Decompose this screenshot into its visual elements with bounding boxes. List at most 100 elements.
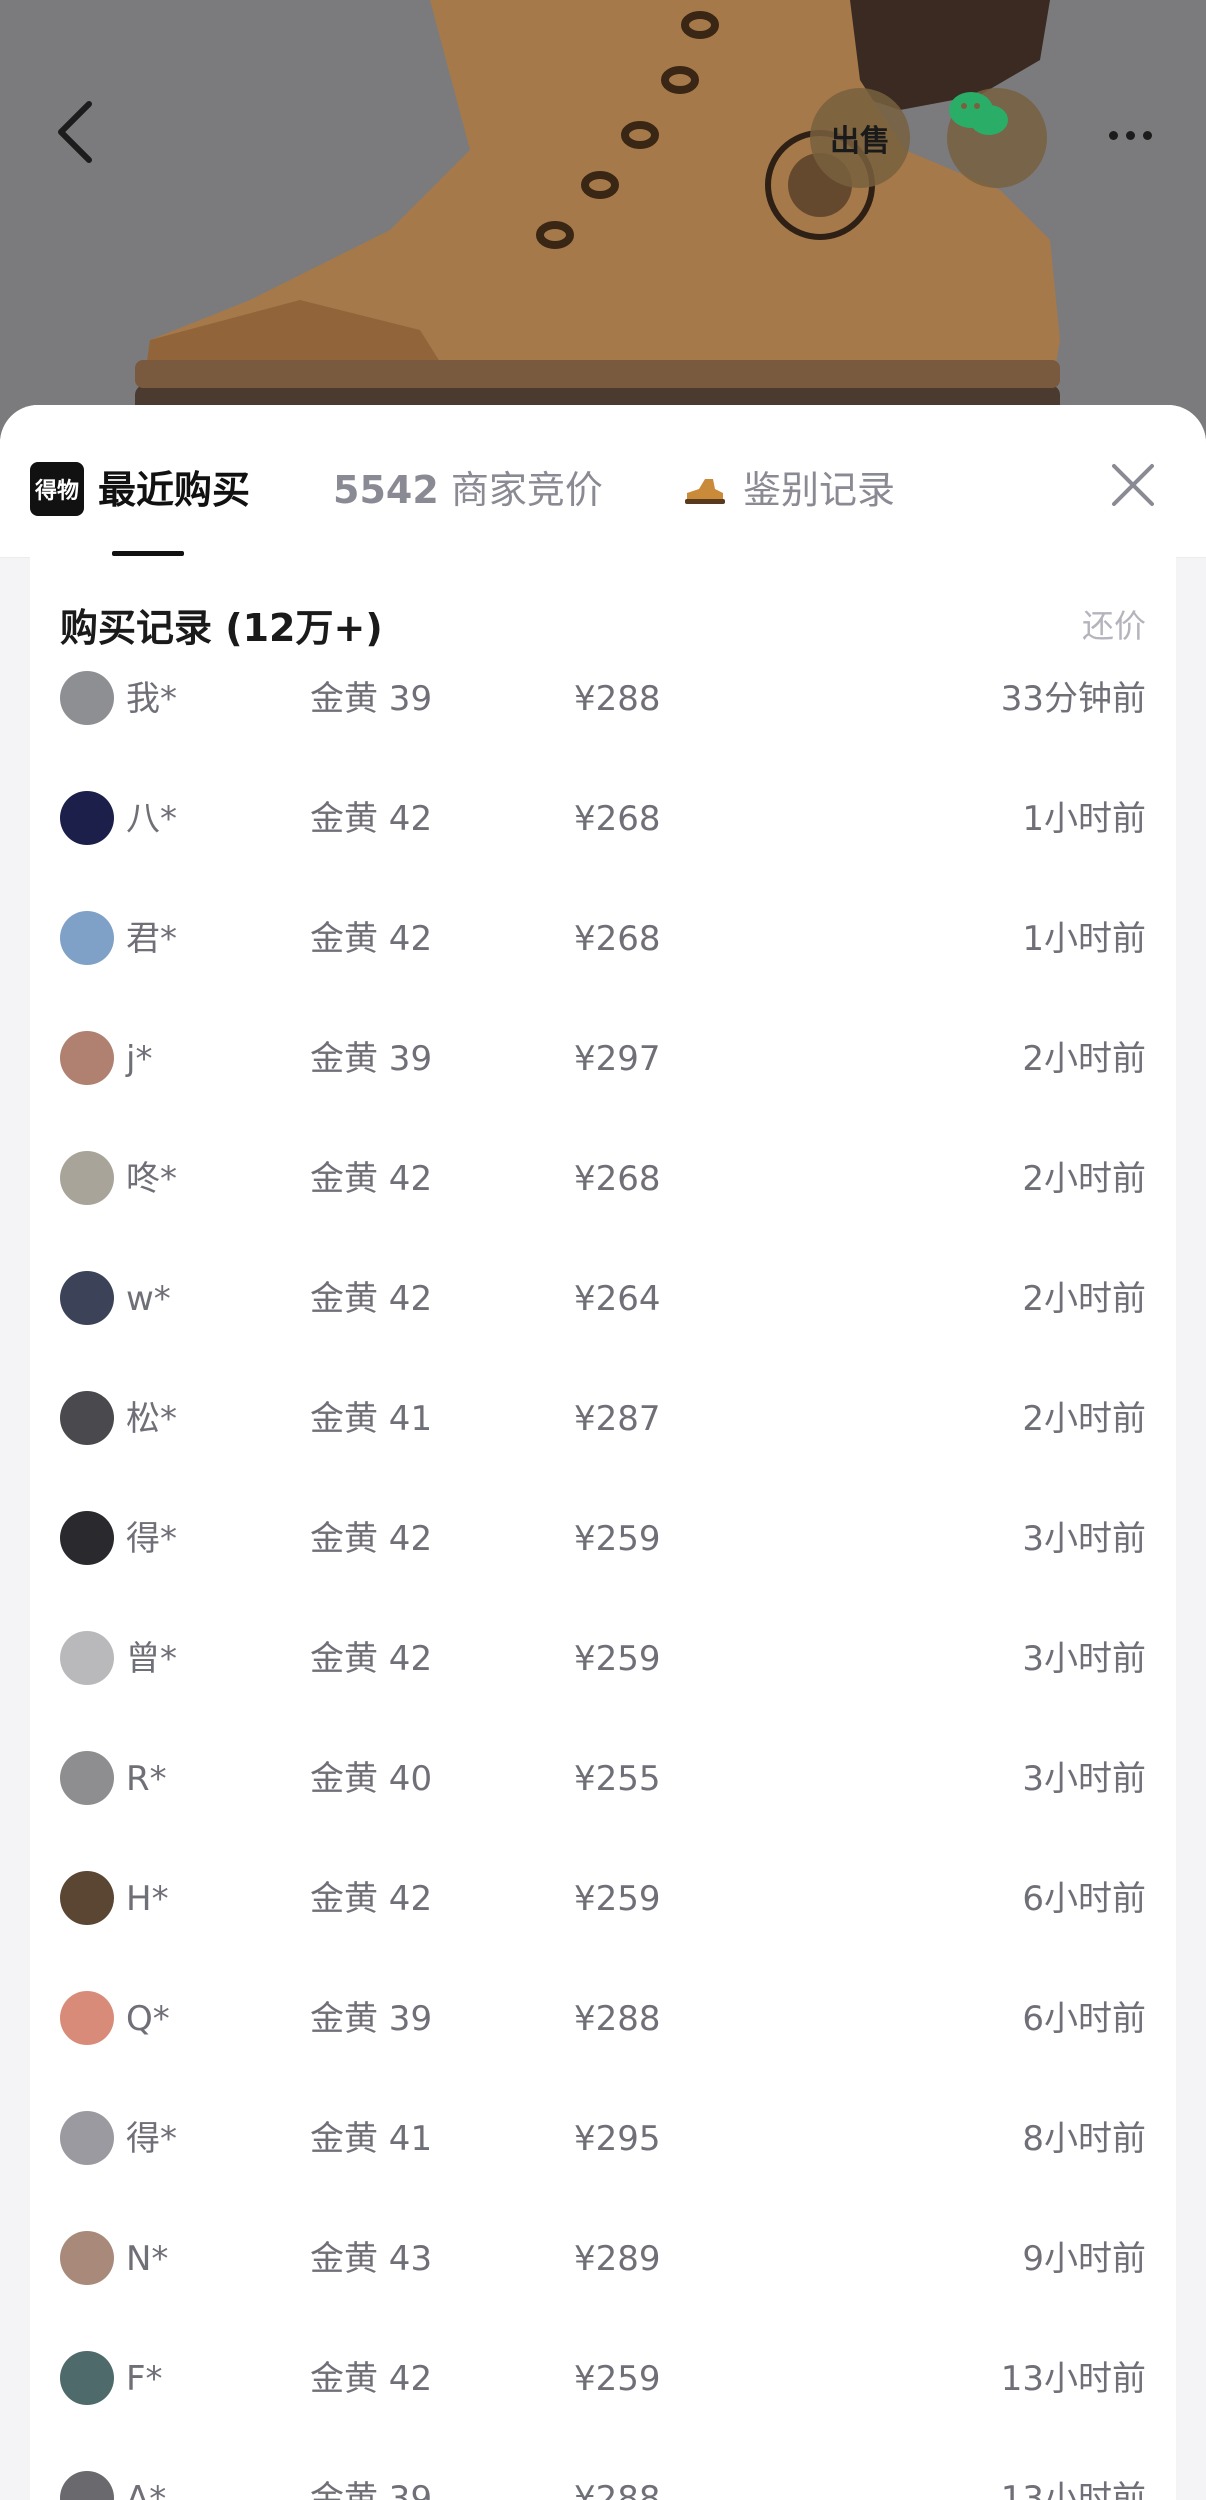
buyer-time: 2小时前	[1022, 1399, 1146, 1439]
sell-label: 出售	[830, 124, 890, 159]
record-row: j* 金黄 39 ¥297 2小时前	[30, 1025, 1176, 1145]
buyer-time: 6小时前	[1022, 1879, 1146, 1919]
record-row: F* 金黄 42 ¥259 13小时前	[30, 2345, 1176, 2465]
buyer-avatar	[60, 2471, 114, 2500]
wechat-share-button[interactable]	[947, 88, 1047, 188]
more-dot	[1125, 130, 1135, 140]
buyer-spec: 金黄 39	[310, 679, 433, 719]
buyer-spec: 金黄 42	[310, 2359, 433, 2399]
purchase-sheet: 得物 最近购买 5542 商家竞价 鉴别记录 购买记录 (12万+) 还价 我*…	[0, 405, 1206, 2500]
buyer-spec: 金黄 42	[310, 799, 433, 839]
buyer-price: ¥255	[574, 1759, 661, 1799]
record-row: 松* 金黄 41 ¥287 2小时前	[30, 1385, 1176, 1505]
buyer-avatar	[60, 671, 114, 725]
boot-icon	[685, 479, 725, 504]
buyer-avatar	[60, 1151, 114, 1205]
buyer-price: ¥264	[574, 1279, 661, 1319]
more-button[interactable]	[1090, 110, 1170, 160]
buyer-spec: 金黄 42	[310, 1279, 433, 1319]
buyer-avatar	[60, 911, 114, 965]
buyer-time: 13小时前	[1000, 2359, 1146, 2399]
record-row: 咚* 金黄 42 ¥268 2小时前	[30, 1145, 1176, 1265]
buyer-price: ¥297	[574, 1039, 661, 1079]
product-image: 出售	[0, 0, 1206, 440]
buyer-spec: 金黄 40	[310, 1759, 433, 1799]
buyer-time: 6小时前	[1022, 1999, 1146, 2039]
close-icon	[1112, 464, 1154, 506]
back-button[interactable]	[55, 100, 115, 180]
buyer-price: ¥288	[574, 679, 661, 719]
buyer-time: 2小时前	[1022, 1279, 1146, 1319]
buyer-price: ¥259	[574, 1639, 661, 1679]
buyer-name: j*	[126, 1039, 153, 1079]
bids-count: 5542	[333, 468, 439, 512]
tab-merchant-bids[interactable]: 5542 商家竞价	[333, 465, 603, 515]
buyer-avatar	[60, 1751, 114, 1805]
record-row: 八* 金黄 42 ¥268 1小时前	[30, 785, 1176, 905]
chevron-left-icon	[58, 101, 92, 163]
close-button[interactable]	[1108, 460, 1158, 510]
buyer-price: ¥268	[574, 799, 661, 839]
buyer-spec: 金黄 42	[310, 1879, 433, 1919]
buyer-spec: 金黄 42	[310, 1159, 433, 1199]
buyer-name: 我*	[126, 679, 177, 719]
buyer-time: 9小时前	[1022, 2239, 1146, 2279]
buyer-price: ¥288	[574, 1999, 661, 2039]
buyer-spec: 金黄 41	[310, 1399, 433, 1439]
buyer-avatar	[60, 1031, 114, 1085]
buyer-time: 2小时前	[1022, 1039, 1146, 1079]
bids-label: 商家竞价	[450, 468, 603, 512]
buyer-name: 咚*	[126, 1159, 177, 1199]
wechat-icon	[949, 92, 1008, 135]
buyer-price: ¥268	[574, 1159, 661, 1199]
buyer-spec: 金黄 42	[310, 1519, 433, 1559]
buyer-name: 松*	[126, 1399, 177, 1439]
buyer-avatar	[60, 2111, 114, 2165]
tab-bar: 得物 最近购买 5542 商家竞价 鉴别记录	[0, 405, 1206, 558]
buyer-name: Q*	[126, 1999, 170, 2039]
buyer-name: A*	[126, 2479, 167, 2500]
boot-illustration	[0, 0, 1206, 440]
buyer-name: R*	[126, 1759, 167, 1799]
buyer-avatar	[60, 1511, 114, 1565]
records-list: 我* 金黄 39 ¥288 33分钟前 八* 金黄 42 ¥268 1小时前 君* 金黄 42 ¥2…	[30, 665, 1176, 2500]
buyer-price: ¥268	[574, 919, 661, 959]
buyer-time: 1小时前	[1022, 799, 1146, 839]
records-title: 购买记录 (12万+)	[60, 606, 383, 650]
buyer-spec: 金黄 39	[310, 2479, 433, 2500]
sell-button[interactable]: 出售	[810, 88, 910, 188]
buyer-avatar	[60, 1871, 114, 1925]
buyer-name: 得*	[126, 2119, 177, 2159]
buyer-time: 3小时前	[1022, 1639, 1146, 1679]
buyer-spec: 金黄 43	[310, 2239, 433, 2279]
buyer-name: w*	[126, 1279, 171, 1319]
purchase-records-card: 购买记录 (12万+) 还价 我* 金黄 39 ¥288 33分钟前 八* 金黄 42 ¥2…	[30, 557, 1176, 2500]
buyer-avatar	[60, 1271, 114, 1325]
buyer-name: 得*	[126, 1519, 177, 1559]
buyer-time: 3小时前	[1022, 1519, 1146, 1559]
buyer-time: 33分钟前	[1000, 679, 1146, 719]
record-row: 得* 金黄 41 ¥295 8小时前	[30, 2105, 1176, 2225]
buyer-spec: 金黄 41	[310, 2119, 433, 2159]
tab-authentication-records[interactable]: 鉴别记录	[683, 465, 895, 515]
record-row: w* 金黄 42 ¥264 2小时前	[30, 1265, 1176, 1385]
buyer-avatar	[60, 791, 114, 845]
record-row: 得* 金黄 42 ¥259 3小时前	[30, 1505, 1176, 1625]
buyer-avatar	[60, 1631, 114, 1685]
buyer-spec: 金黄 39	[310, 1039, 433, 1079]
buyer-price: ¥288	[574, 2479, 661, 2500]
record-row: 君* 金黄 42 ¥268 1小时前	[30, 905, 1176, 1025]
record-row: A* 金黄 39 ¥288 13小时前	[30, 2465, 1176, 2500]
record-row: N* 金黄 43 ¥289 9小时前	[30, 2225, 1176, 2345]
buyer-price: ¥259	[574, 1519, 661, 1559]
buyer-price: ¥259	[574, 1879, 661, 1919]
buyer-name: N*	[126, 2239, 169, 2279]
buyer-avatar	[60, 1391, 114, 1445]
buyer-name: 曾*	[126, 1639, 177, 1679]
more-dots-icon	[1108, 130, 1118, 140]
counter-offer-button[interactable]: 还价	[1082, 601, 1146, 647]
tab-recent-purchases[interactable]: 最近购买	[98, 465, 250, 515]
brand-logo: 得物	[30, 462, 84, 516]
buyer-price: ¥295	[574, 2119, 661, 2159]
record-row: 我* 金黄 39 ¥288 33分钟前	[30, 665, 1176, 785]
